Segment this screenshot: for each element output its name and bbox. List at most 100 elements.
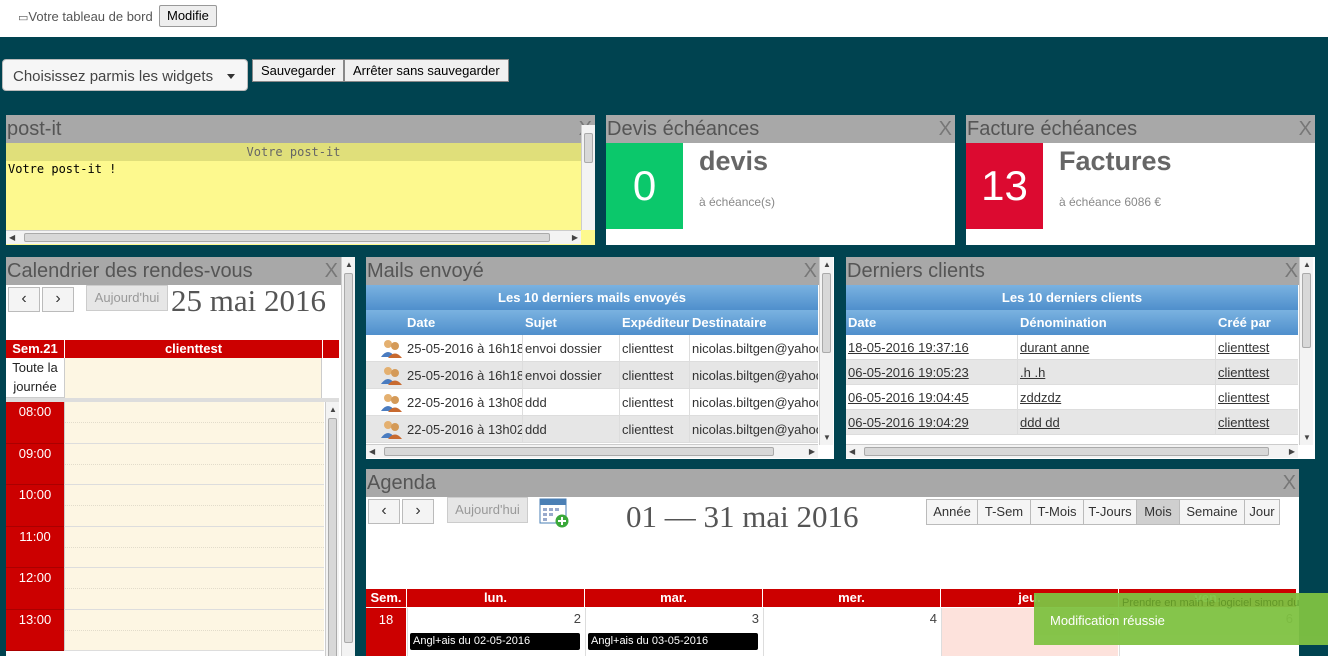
horizontal-scrollbar[interactable]: ◀ ▶ bbox=[6, 230, 581, 244]
hour-label: 11:00 bbox=[6, 526, 64, 568]
save-button[interactable]: Sauvegarder bbox=[252, 59, 345, 82]
widget-select[interactable]: Choisissez parmis les widgets bbox=[2, 59, 248, 91]
client-link[interactable]: 18-05-2016 19:37:16 bbox=[848, 340, 969, 355]
hour-slot[interactable] bbox=[64, 568, 324, 610]
widget-title: Devis échéances X bbox=[606, 115, 955, 143]
view-t-mois-button[interactable]: T-Mois bbox=[1030, 499, 1084, 525]
client-row[interactable]: 18-05-2016 19:37:16 durant anne clienttest bbox=[846, 335, 1298, 360]
hour-label: 13:00 bbox=[6, 609, 64, 651]
client-link[interactable]: clienttest bbox=[1218, 390, 1269, 405]
client-link[interactable]: 06-05-2016 19:05:23 bbox=[848, 365, 969, 380]
devis-sub: à échéance(s) bbox=[699, 195, 776, 209]
mail-cell: clienttest bbox=[622, 422, 674, 437]
mail-row[interactable]: 25-05-2016 à 16h18 envoi dossier clienttes… bbox=[366, 335, 818, 362]
chevron-right-icon: › bbox=[55, 290, 61, 307]
day-header: mar. bbox=[585, 589, 762, 607]
view-annee-button[interactable]: Année bbox=[926, 499, 978, 525]
hour-slot[interactable] bbox=[64, 526, 324, 568]
hidden-event-text: Prendre en main le logiciel simon du bbox=[1122, 597, 1300, 609]
close-icon[interactable]: X bbox=[325, 257, 338, 285]
client-link[interactable]: clienttest bbox=[1218, 365, 1269, 380]
vertical-scrollbar[interactable]: ▲ ▼ bbox=[1299, 257, 1313, 445]
mail-users-icon bbox=[380, 419, 402, 439]
horizontal-scrollbar[interactable]: ◀ ▶ bbox=[846, 444, 1298, 458]
mail-cell: nicolas.biltgen@yahoo bbox=[692, 395, 818, 410]
day-header: lun. bbox=[407, 589, 584, 607]
mail-cell: nicolas.biltgen@yahoo bbox=[692, 422, 818, 437]
mail-cell: 22-05-2016 à 13h02 bbox=[407, 422, 522, 437]
mail-row[interactable]: 22-05-2016 à 13h08 ddd clienttest nicolas.b… bbox=[366, 389, 818, 416]
clients-banner: Les 10 derniers clients bbox=[846, 285, 1298, 310]
close-icon[interactable]: X bbox=[804, 257, 817, 285]
success-toast: Prendre en main le logiciel simon du Mod… bbox=[1034, 593, 1328, 645]
view-switcher: Année T-Sem T-Mois T-Jours Mois Semaine Jour bbox=[926, 499, 1296, 527]
mail-cell: clienttest bbox=[622, 341, 674, 356]
agenda-event[interactable]: Angl+ais du 03-05-2016 bbox=[588, 633, 758, 650]
hour-label: 08:00 bbox=[6, 402, 64, 444]
view-mois-button[interactable]: Mois bbox=[1136, 499, 1180, 525]
mails-banner: Les 10 derniers mails envoyés bbox=[366, 285, 818, 310]
mail-cell: nicolas.biltgen@yahoo bbox=[692, 368, 818, 383]
close-icon[interactable]: X bbox=[1285, 257, 1298, 285]
clients-widget: Derniers clients X Les 10 derniers client… bbox=[846, 257, 1315, 459]
view-t-jours-button[interactable]: T-Jours bbox=[1083, 499, 1137, 525]
client-row[interactable]: 06-05-2016 19:04:45 zddzdz clienttest bbox=[846, 385, 1298, 410]
next-button[interactable]: › bbox=[42, 287, 74, 312]
vertical-scrollbar[interactable] bbox=[581, 125, 595, 230]
hour-slot[interactable] bbox=[64, 609, 324, 651]
hour-label: 09:00 bbox=[6, 443, 64, 485]
week-number: Sem.21 bbox=[6, 340, 64, 358]
view-t-sem-button[interactable]: T-Sem bbox=[977, 499, 1031, 525]
client-row[interactable]: 06-05-2016 19:05:23 .h .h clienttest bbox=[846, 360, 1298, 385]
close-icon[interactable]: X bbox=[939, 115, 952, 143]
stop-without-saving-button[interactable]: Arrêter sans sauvegarder bbox=[344, 59, 509, 82]
allday-slot[interactable] bbox=[64, 358, 322, 398]
client-link[interactable]: ddd dd bbox=[1020, 415, 1060, 430]
close-icon[interactable]: X bbox=[1283, 469, 1296, 497]
mail-row[interactable]: 25-05-2016 à 16h18 envoi dossier clienttes… bbox=[366, 362, 818, 389]
hour-slot[interactable] bbox=[64, 485, 324, 527]
mail-cell: envoi dossier bbox=[525, 341, 602, 356]
postit-header: Votre post-it bbox=[6, 143, 581, 161]
mail-row[interactable]: 22-05-2016 à 13h02 ddd clienttest nicolas.b… bbox=[366, 416, 818, 443]
widget-title: Calendrier des rendes-vous X bbox=[6, 257, 341, 285]
close-icon[interactable]: X bbox=[1299, 115, 1312, 143]
client-link[interactable]: clienttest bbox=[1218, 340, 1269, 355]
hour-label: 12:00 bbox=[6, 568, 64, 610]
widget-title: Facture échéances X bbox=[966, 115, 1315, 143]
monitor-icon: ▭ bbox=[18, 12, 29, 24]
mail-users-icon bbox=[380, 392, 402, 412]
day-cell[interactable]: 4 bbox=[763, 608, 940, 656]
client-link[interactable]: .h .h bbox=[1020, 365, 1045, 380]
modify-button[interactable]: Modifie bbox=[159, 5, 217, 27]
vertical-scrollbar[interactable]: ▲ ▼ bbox=[819, 257, 833, 445]
mail-cell: clienttest bbox=[622, 368, 674, 383]
today-button[interactable]: Aujourd'hui bbox=[447, 497, 528, 523]
prev-button[interactable]: ‹ bbox=[8, 287, 40, 312]
client-link[interactable]: clienttest bbox=[1218, 415, 1269, 430]
client-link[interactable]: zddzdz bbox=[1020, 390, 1061, 405]
agenda-event[interactable]: Angl+ais du 02-05-2016 bbox=[410, 633, 580, 650]
inner-scrollbar[interactable]: ▲ bbox=[325, 402, 339, 656]
hour-slot[interactable] bbox=[64, 402, 324, 444]
postit-text[interactable]: Votre post-it ! bbox=[8, 162, 116, 176]
client-link[interactable]: 06-05-2016 19:04:29 bbox=[848, 415, 969, 430]
view-semaine-button[interactable]: Semaine bbox=[1179, 499, 1245, 525]
client-row[interactable]: 06-05-2016 19:04:29 ddd dd clienttest bbox=[846, 410, 1298, 435]
facture-count: 13 bbox=[966, 143, 1043, 229]
today-button[interactable]: Aujourd'hui bbox=[86, 285, 168, 311]
prev-button[interactable]: ‹ bbox=[368, 499, 400, 524]
mail-cell: ddd bbox=[525, 422, 547, 437]
mail-cell: 25-05-2016 à 16h18 bbox=[407, 341, 522, 356]
next-button[interactable]: › bbox=[402, 499, 434, 524]
day-header: mer. bbox=[763, 589, 940, 607]
client-link[interactable]: durant anne bbox=[1020, 340, 1089, 355]
client-link[interactable]: 06-05-2016 19:04:45 bbox=[848, 390, 969, 405]
view-jour-button[interactable]: Jour bbox=[1244, 499, 1280, 525]
vertical-scrollbar[interactable]: ▲ bbox=[341, 257, 355, 656]
horizontal-scrollbar[interactable]: ◀ ▶ bbox=[366, 444, 818, 458]
add-event-calendar-icon[interactable] bbox=[539, 496, 569, 528]
mails-header: Date Sujet Expéditeur Destinataire bbox=[366, 310, 818, 335]
clients-header: Date Dénomination Créé par bbox=[846, 310, 1298, 335]
hour-slot[interactable] bbox=[64, 443, 324, 485]
